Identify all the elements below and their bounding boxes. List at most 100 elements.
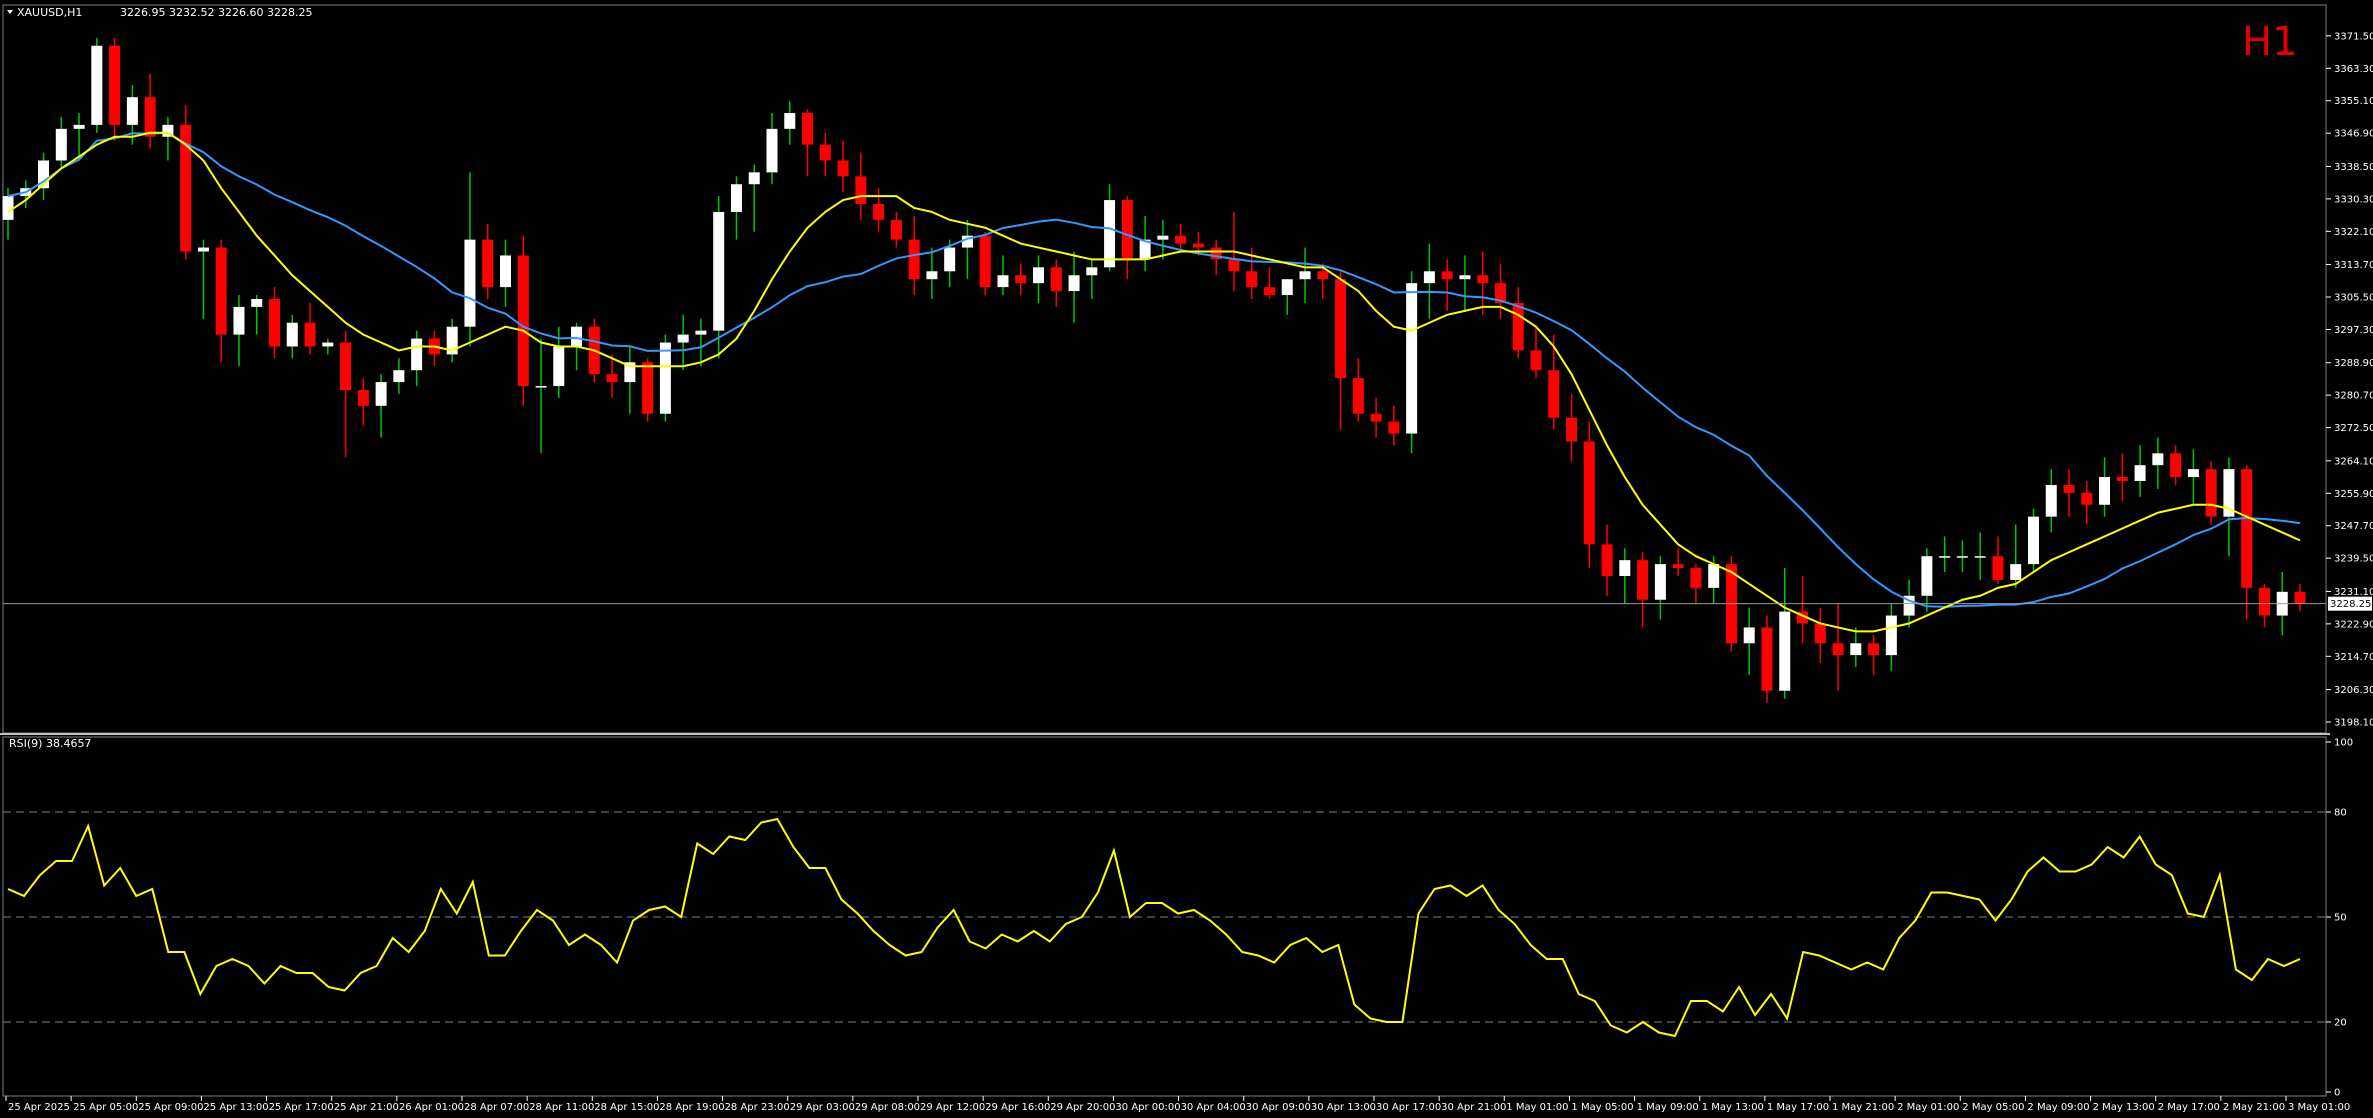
candle-body[interactable] xyxy=(517,255,529,387)
candle-body[interactable] xyxy=(1956,556,1968,558)
candle-body[interactable] xyxy=(908,239,920,280)
candle-body[interactable] xyxy=(1779,611,1791,691)
candle-body[interactable] xyxy=(2134,465,2146,482)
candle-body[interactable] xyxy=(819,144,831,161)
candle-body[interactable] xyxy=(695,330,707,335)
candle-body[interactable] xyxy=(606,374,618,383)
candle-body[interactable] xyxy=(855,176,867,205)
candle-body[interactable] xyxy=(2116,477,2128,482)
candle-body[interactable] xyxy=(197,247,209,252)
candle-body[interactable] xyxy=(2,196,14,220)
candle-body[interactable] xyxy=(1885,615,1897,656)
candles-layer[interactable] xyxy=(2,37,2306,703)
candle-body[interactable] xyxy=(2294,591,2306,604)
candle-body[interactable] xyxy=(1868,643,1880,656)
candle-body[interactable] xyxy=(890,219,902,240)
candle-body[interactable] xyxy=(1441,271,1453,280)
candle-body[interactable] xyxy=(1370,413,1382,422)
candle-body[interactable] xyxy=(1512,302,1524,351)
candle-body[interactable] xyxy=(535,386,547,388)
candle-body[interactable] xyxy=(1157,235,1169,240)
candle-body[interactable] xyxy=(1335,279,1347,379)
candle-body[interactable] xyxy=(713,211,725,331)
candle-body[interactable] xyxy=(1050,267,1062,292)
candle-body[interactable] xyxy=(1423,271,1435,284)
candle-body[interactable] xyxy=(2063,484,2075,493)
candle-body[interactable] xyxy=(677,334,689,343)
candle-body[interactable] xyxy=(730,184,742,212)
candle-body[interactable] xyxy=(1654,564,1666,600)
candle-body[interactable] xyxy=(357,390,369,406)
candle-body[interactable] xyxy=(2205,469,2217,517)
candle-body[interactable] xyxy=(1921,556,1933,596)
candle-body[interactable] xyxy=(1992,556,2004,580)
candle-body[interactable] xyxy=(748,172,760,185)
candle-body[interactable] xyxy=(1566,417,1578,442)
candle-body[interactable] xyxy=(1299,271,1311,280)
candle-body[interactable] xyxy=(1086,267,1098,276)
candle-body[interactable] xyxy=(1761,627,1773,691)
candle-body[interactable] xyxy=(1708,564,1720,588)
candle-body[interactable] xyxy=(944,247,956,272)
candle-body[interactable] xyxy=(2170,453,2182,478)
candle-body[interactable] xyxy=(642,362,654,414)
candle-body[interactable] xyxy=(1814,623,1826,644)
candle-body[interactable] xyxy=(659,342,671,414)
candle-body[interactable] xyxy=(2045,484,2057,517)
candle-body[interactable] xyxy=(464,239,476,327)
candle-body[interactable] xyxy=(997,275,1009,288)
candle-body[interactable] xyxy=(1743,627,1755,644)
candle-body[interactable] xyxy=(109,45,121,125)
candle-body[interactable] xyxy=(55,128,67,161)
candle-body[interactable] xyxy=(1583,441,1595,545)
candle-body[interactable] xyxy=(1033,267,1045,284)
candle-body[interactable] xyxy=(393,370,405,383)
candle-body[interactable] xyxy=(304,322,316,347)
candle-body[interactable] xyxy=(1352,378,1364,414)
candle-body[interactable] xyxy=(802,113,814,145)
candle-body[interactable] xyxy=(784,113,796,129)
candle-body[interactable] xyxy=(1619,560,1631,576)
candle-body[interactable] xyxy=(411,338,423,371)
candle-body[interactable] xyxy=(1263,287,1275,296)
candle-body[interactable] xyxy=(233,306,245,335)
candle-body[interactable] xyxy=(499,255,511,288)
candle-body[interactable] xyxy=(1228,259,1240,272)
candle-body[interactable] xyxy=(2010,564,2022,580)
candle-body[interactable] xyxy=(1477,275,1489,284)
candle-body[interactable] xyxy=(215,247,227,335)
candle-body[interactable] xyxy=(1104,200,1116,268)
candle-body[interactable] xyxy=(1672,564,1684,569)
header-dropdown-icon[interactable] xyxy=(7,10,13,14)
candle-body[interactable] xyxy=(1121,200,1133,260)
candle-body[interactable] xyxy=(2241,469,2253,588)
price-axis[interactable]: 3371.50 3363.30 3355.10 3346.90 3338.50 3330.… xyxy=(2326,31,2373,729)
candle-body[interactable] xyxy=(482,239,494,288)
candle-body[interactable] xyxy=(2187,469,2199,478)
candle-body[interactable] xyxy=(251,298,263,307)
candle-body[interactable] xyxy=(1015,275,1027,284)
candle-body[interactable] xyxy=(571,326,583,347)
candle-body[interactable] xyxy=(1459,275,1471,280)
candle-body[interactable] xyxy=(375,382,387,406)
candle-body[interactable] xyxy=(1601,544,1613,576)
candle-body[interactable] xyxy=(837,160,849,177)
candle-body[interactable] xyxy=(1637,560,1649,600)
candle-body[interactable] xyxy=(1246,271,1258,288)
candle-body[interactable] xyxy=(2099,477,2111,505)
candle-body[interactable] xyxy=(2027,516,2039,565)
candle-body[interactable] xyxy=(1974,556,1986,558)
candle-body[interactable] xyxy=(269,298,281,347)
candle-body[interactable] xyxy=(1530,350,1542,371)
candle-body[interactable] xyxy=(1850,643,1862,656)
candle-body[interactable] xyxy=(553,346,565,387)
candle-body[interactable] xyxy=(1832,643,1844,656)
candle-body[interactable] xyxy=(1192,243,1204,248)
candle-body[interactable] xyxy=(340,342,352,391)
candle-body[interactable] xyxy=(1281,279,1293,296)
candle-body[interactable] xyxy=(2152,453,2164,466)
candle-body[interactable] xyxy=(73,124,85,129)
candle-body[interactable] xyxy=(2258,587,2270,616)
candle-body[interactable] xyxy=(1175,235,1187,244)
candle-body[interactable] xyxy=(926,271,938,280)
